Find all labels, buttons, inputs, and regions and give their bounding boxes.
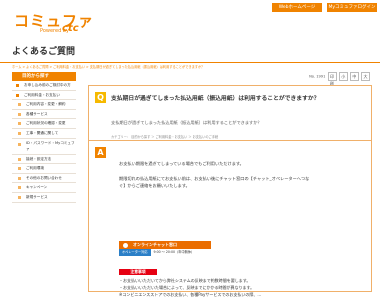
web-home-link[interactable]: Webホームページ <box>272 3 322 12</box>
bullet-icon <box>18 195 21 199</box>
sidebar-item-label: 各種サービス <box>26 111 48 116</box>
answer-line: 期限切れの払込用紙にてお支払い前は、お支払い後にチャット窓口の【チャット_オペレ… <box>119 176 310 181</box>
sidebar-item-services[interactable]: 各種サービス <box>12 110 76 120</box>
breadcrumb[interactable]: ホーム > よくあるご質問 > ご利用料金・お支払い > 支払期日が過ぎてしまっ… <box>12 64 204 69</box>
print-button[interactable]: 印刷 <box>327 72 337 86</box>
font-small-button[interactable]: 小 <box>338 72 348 81</box>
font-large-button[interactable]: 大 <box>361 72 370 81</box>
sidebar-item-connection[interactable]: 接続・設定方法 <box>12 155 76 165</box>
answer-badge: A <box>95 147 106 158</box>
bullet-icon <box>16 84 19 87</box>
sidebar-item-label: 接続・設定方法 <box>26 156 52 161</box>
question-badge: Q <box>95 92 106 103</box>
question-category[interactable]: カテゴリー： 目的から探す ＞ ご利用料金・お支払い ＞ お支払いのご手続 <box>111 134 218 139</box>
logo-brand: ctc <box>62 23 79 34</box>
chat-title[interactable]: オンラインチャット窓口 <box>119 241 211 249</box>
article-number: No. 1991 <box>309 74 326 79</box>
sidebar-item-environment[interactable]: ご利用環境 <box>12 164 76 174</box>
question-text: 支払期日が過ぎてしまった払込用紙（振込用紙）は利用することができますか？ <box>111 120 262 125</box>
sidebar-item-label: その他のお問い合わせ <box>26 175 62 180</box>
bullet-icon <box>16 93 19 97</box>
chat-title-label: オンラインチャット窓口 <box>133 242 177 247</box>
chat-hours: 9:00 〜 20:00（年中無休） <box>153 250 195 254</box>
sidebar-item-label: ご利用環境 <box>26 166 44 171</box>
chat-bubble-icon <box>123 242 128 248</box>
font-medium-button[interactable]: 中 <box>349 72 359 81</box>
bullet-icon <box>18 186 21 190</box>
sidebar-item-pre-sales[interactable]: お申し込み前のご検討中の方 <box>12 81 76 91</box>
sidebar-item-label: 工事・開通に関して <box>26 130 59 135</box>
sidebar-item-other[interactable]: その他のお問い合わせ <box>12 174 76 184</box>
sidebar-item-id-password[interactable]: ID・パスワード・Myコミュファ <box>12 139 76 155</box>
site-header: コミュファ Powered by ctc Webホームページ Myコミュファログ… <box>0 0 380 40</box>
bullet-icon <box>18 176 21 180</box>
bullet-icon <box>18 157 21 161</box>
sidebar-item-new-service[interactable]: 新規サービス <box>12 193 76 203</box>
sidebar-item-contract[interactable]: ご利用内容・変更・解約 <box>12 100 76 110</box>
sidebar-item-billing[interactable]: ご利用料金・お支払い <box>12 91 76 101</box>
chat-banner[interactable]: オンラインチャット窓口 オペレーター対応 9:00 〜 20:00（年中無休） <box>119 241 211 256</box>
operator-badge: オペレーター対応 <box>119 249 151 256</box>
answer-line: ぐ】からご連絡をお願いいたします。 <box>119 183 190 188</box>
answer-box: A お支払い期限を過ぎてしまっている場合でもご利用いただけます。 期限切れの払込… <box>88 140 372 297</box>
sidebar-item-label: ご利用内容・変更・解約 <box>26 102 66 107</box>
sidebar-item-label: キャンペーン <box>26 185 48 190</box>
bullet-icon <box>18 142 21 146</box>
warning-line: ・お支払いいただいた場合によって、反映までにかかる時間が異なります。 <box>119 285 255 290</box>
warning-label: 注意事項 <box>119 269 157 275</box>
warning-line: ※コンビニエンスストアでのお支払い、各種Payサービスでのお支払いの際、... <box>119 292 262 297</box>
sidebar-item-label: 新規サービス <box>26 194 48 199</box>
warning-line: ・お支払いいただいてから弊社システムの反映まで約数時間を要します。 <box>119 278 251 283</box>
sidebar-item-label: ご利用状況の確認・変更 <box>26 121 66 126</box>
sidebar-item-construction[interactable]: 工事・開通に関して <box>12 129 76 139</box>
bullet-icon <box>18 122 21 126</box>
bullet-icon <box>18 103 21 107</box>
sidebar-item-label: お申し込み前のご検討中の方 <box>24 83 71 87</box>
sidebar: 目的から探す お申し込み前のご検討中の方 ご利用料金・お支払い ご利用内容・変更… <box>12 72 76 203</box>
sidebar-item-campaign[interactable]: キャンペーン <box>12 183 76 193</box>
bullet-icon <box>18 131 21 135</box>
sidebar-item-label: ご利用料金・お支払い <box>24 92 60 97</box>
page-title: よくあるご質問 <box>12 47 76 57</box>
sidebar-item-label: ID・パスワード・Myコミュファ <box>26 140 75 151</box>
question-title: 支払期日が過ぎてしまった払込用紙（振込用紙）は利用することができますか？ <box>111 96 320 102</box>
sidebar-heading: 目的から探す <box>12 72 76 81</box>
article-toolbar: No. 1991 印刷 小 中 大 <box>309 72 370 86</box>
sidebar-item-usage[interactable]: ご利用状況の確認・変更 <box>12 119 76 129</box>
my-commufa-login-link[interactable]: Myコミュファログイン <box>327 3 377 12</box>
bullet-icon <box>18 112 21 116</box>
answer-line: お支払い期限を過ぎてしまっている場合でもご利用いただけます。 <box>119 161 244 166</box>
chat-hours-row: オペレーター対応 9:00 〜 20:00（年中無休） <box>119 249 211 256</box>
bullet-icon <box>18 167 21 171</box>
